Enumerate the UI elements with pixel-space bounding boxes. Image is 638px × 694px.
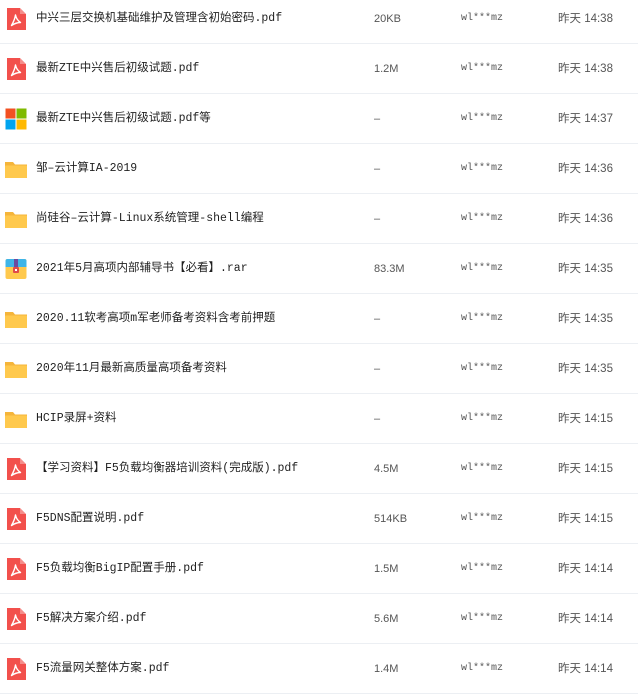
file-row[interactable]: 邹–云计算IA-2019 – wl***mz 昨天 14:36: [0, 144, 638, 194]
file-time: 昨天 14:38: [558, 13, 613, 25]
file-owner: wl***mz: [461, 63, 504, 74]
file-list: 中兴三层交换机基础维护及管理含初始密码.pdf 20KB wl***mz 昨天 14:…: [0, 0, 638, 694]
file-row[interactable]: F5解决方案介绍.pdf 5.6M wl***mz 昨天 14:14: [0, 594, 638, 644]
file-owner: wl***mz: [461, 663, 504, 674]
folder-icon: [4, 357, 28, 381]
file-row[interactable]: F5负载均衡BigIP配置手册.pdf 1.5M wl***mz 昨天 14:14: [0, 544, 638, 594]
file-row[interactable]: 中兴三层交换机基础维护及管理含初始密码.pdf 20KB wl***mz 昨天 14:…: [0, 0, 638, 44]
file-time: 昨天 14:36: [558, 213, 613, 225]
file-owner: wl***mz: [461, 13, 504, 24]
file-size: 1.2M: [374, 63, 399, 75]
file-owner: wl***mz: [461, 413, 504, 424]
file-owner: wl***mz: [461, 563, 504, 574]
file-size: –: [374, 113, 381, 125]
file-name[interactable]: 最新ZTE中兴售后初级试题.pdf: [36, 44, 199, 94]
folder-icon: [4, 307, 28, 331]
file-time: 昨天 14:38: [558, 63, 613, 75]
pdf-icon: [4, 457, 28, 481]
file-row[interactable]: F5DNS配置说明.pdf 514KB wl***mz 昨天 14:15: [0, 494, 638, 544]
file-time: 昨天 14:37: [558, 113, 613, 125]
file-time: 昨天 14:15: [558, 413, 613, 425]
pdf-icon: [4, 557, 28, 581]
file-size: –: [374, 213, 381, 225]
file-size: 1.5M: [374, 563, 399, 575]
file-name[interactable]: 中兴三层交换机基础维护及管理含初始密码.pdf: [36, 0, 282, 44]
file-size: 514KB: [374, 513, 408, 525]
file-name[interactable]: HCIP录屏+资料: [36, 394, 117, 444]
file-name[interactable]: 2020.11软考高项m军老师备考资料含考前押题: [36, 294, 275, 344]
file-size: 1.4M: [374, 663, 399, 675]
file-time: 昨天 14:14: [558, 563, 613, 575]
file-name[interactable]: F5DNS配置说明.pdf: [36, 494, 144, 544]
file-name[interactable]: F5负载均衡BigIP配置手册.pdf: [36, 544, 204, 594]
file-row[interactable]: 2020年11月最新高质量高项备考资料 – wl***mz 昨天 14:35: [0, 344, 638, 394]
file-size: –: [374, 413, 381, 425]
file-owner: wl***mz: [461, 263, 504, 274]
file-time: 昨天 14:15: [558, 463, 613, 475]
pdf-icon: [4, 57, 28, 81]
file-row[interactable]: 最新ZTE中兴售后初级试题.pdf 1.2M wl***mz 昨天 14:38: [0, 44, 638, 94]
file-size: –: [374, 163, 381, 175]
pdf-icon: [4, 507, 28, 531]
file-row[interactable]: 【学习资料】F5负载均衡器培训资料(完成版).pdf 4.5M wl***mz 昨天 …: [0, 444, 638, 494]
file-row[interactable]: 2020.11软考高项m军老师备考资料含考前押题 – wl***mz 昨天 14:35: [0, 294, 638, 344]
file-owner: wl***mz: [461, 113, 504, 124]
file-row[interactable]: 最新ZTE中兴售后初级试题.pdf等 – wl***mz 昨天 14:37: [0, 94, 638, 144]
folder-icon: [4, 207, 28, 231]
folder-icon: [4, 157, 28, 181]
file-owner: wl***mz: [461, 213, 504, 224]
archive-icon: [4, 257, 28, 281]
file-owner: wl***mz: [461, 363, 504, 374]
file-row[interactable]: HCIP录屏+资料 – wl***mz 昨天 14:15: [0, 394, 638, 444]
file-size: –: [374, 313, 381, 325]
file-name[interactable]: 2020年11月最新高质量高项备考资料: [36, 344, 227, 394]
file-time: 昨天 14:35: [558, 313, 613, 325]
multi-file-icon: [4, 107, 28, 131]
pdf-icon: [4, 607, 28, 631]
file-owner: wl***mz: [461, 313, 504, 324]
file-name[interactable]: F5流量网关整体方案.pdf: [36, 644, 169, 694]
file-name[interactable]: 【学习资料】F5负载均衡器培训资料(完成版).pdf: [36, 444, 298, 494]
folder-icon: [4, 407, 28, 431]
file-owner: wl***mz: [461, 163, 504, 174]
file-name[interactable]: F5解决方案介绍.pdf: [36, 594, 146, 644]
file-name[interactable]: 邹–云计算IA-2019: [36, 144, 137, 194]
file-size: 20KB: [374, 13, 401, 25]
file-row[interactable]: 尚硅谷–云计算-Linux系统管理-shell编程 – wl***mz 昨天 14:3…: [0, 194, 638, 244]
file-time: 昨天 14:35: [558, 263, 613, 275]
file-owner: wl***mz: [461, 513, 504, 524]
file-size: 83.3M: [374, 263, 405, 275]
file-time: 昨天 14:14: [558, 613, 613, 625]
file-owner: wl***mz: [461, 613, 504, 624]
file-size: 4.5M: [374, 463, 399, 475]
pdf-icon: [4, 657, 28, 681]
pdf-icon: [4, 7, 28, 31]
file-size: 5.6M: [374, 613, 399, 625]
file-time: 昨天 14:14: [558, 663, 613, 675]
file-time: 昨天 14:36: [558, 163, 613, 175]
file-size: –: [374, 363, 381, 375]
file-time: 昨天 14:35: [558, 363, 613, 375]
file-name[interactable]: 2021年5月高项内部辅导书【必看】.rar: [36, 244, 248, 294]
file-row[interactable]: F5流量网关整体方案.pdf 1.4M wl***mz 昨天 14:14: [0, 644, 638, 694]
file-name[interactable]: 最新ZTE中兴售后初级试题.pdf等: [36, 94, 211, 144]
file-row[interactable]: 2021年5月高项内部辅导书【必看】.rar 83.3M wl***mz 昨天 14:…: [0, 244, 638, 294]
file-owner: wl***mz: [461, 463, 504, 474]
file-name[interactable]: 尚硅谷–云计算-Linux系统管理-shell编程: [36, 194, 264, 244]
file-time: 昨天 14:15: [558, 513, 613, 525]
